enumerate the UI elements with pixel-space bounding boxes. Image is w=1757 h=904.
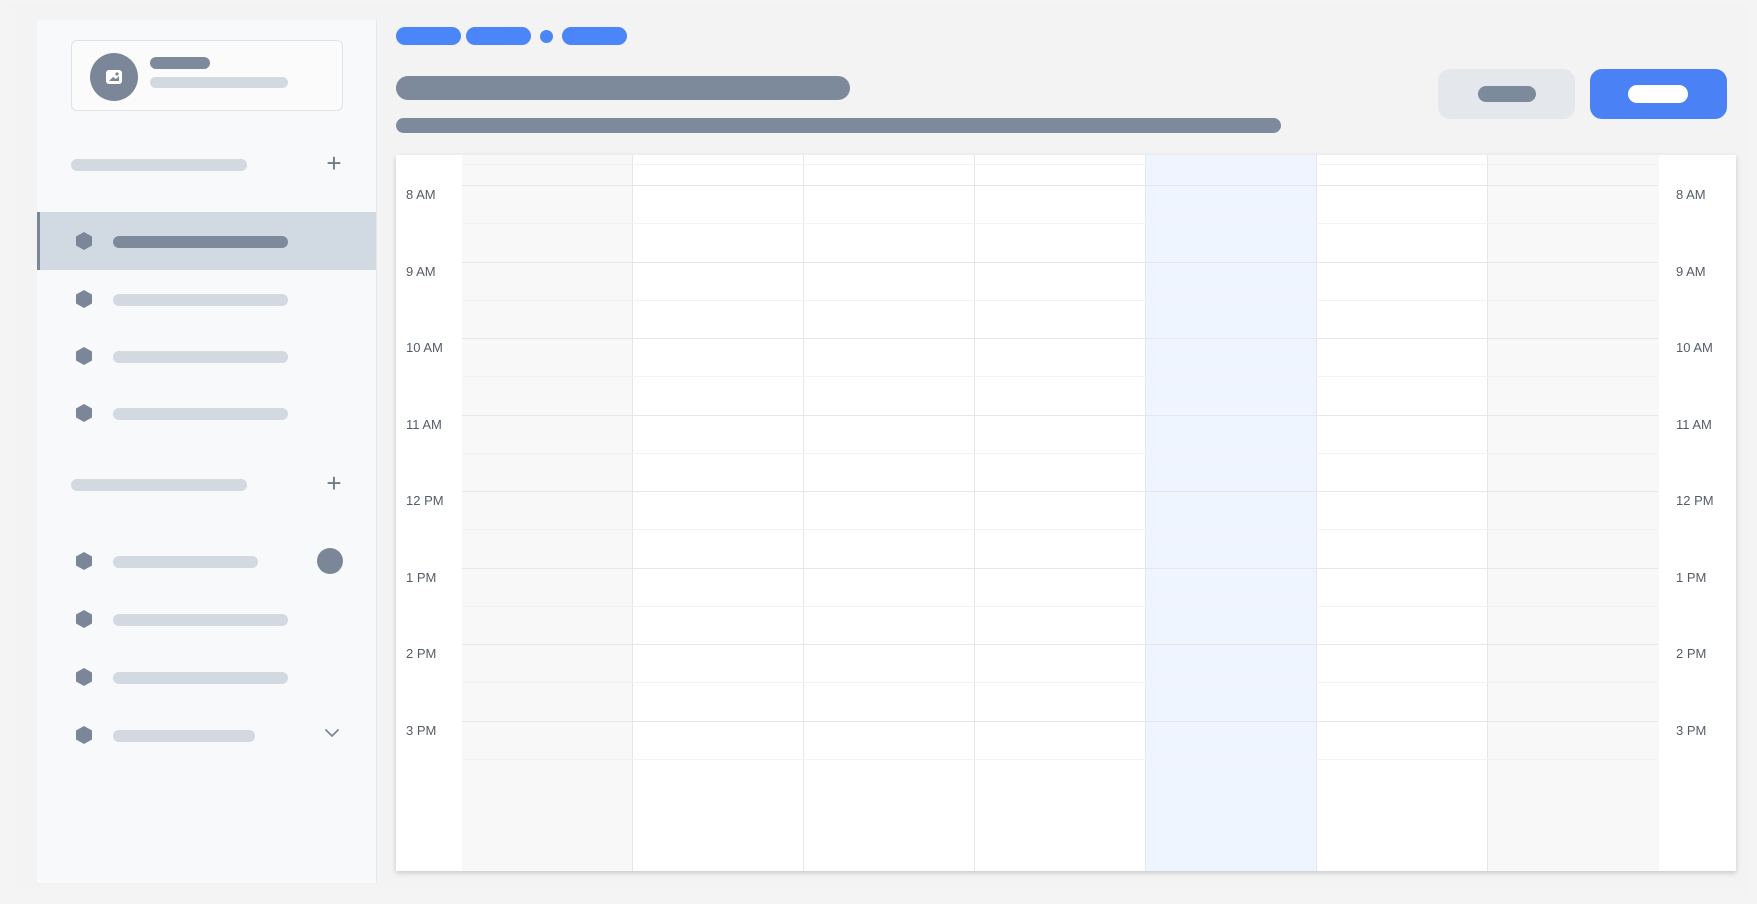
plus-icon[interactable]: + [322, 470, 346, 496]
chevron-down-icon[interactable] [321, 722, 343, 744]
time-label: 1 PM [1676, 570, 1707, 585]
time-label: 11 AM [406, 417, 442, 432]
plus-icon[interactable]: + [322, 150, 346, 176]
account-name-placeholder [150, 57, 210, 69]
page-title-placeholder [396, 76, 850, 100]
time-label: 10 AM [1676, 340, 1713, 355]
hour-line [462, 644, 1658, 645]
half-hour-line [462, 759, 1658, 760]
section-header-1: + [71, 150, 346, 177]
section-header-2: + [71, 470, 346, 497]
nav-label-placeholder [113, 556, 258, 568]
nav-label-placeholder [113, 294, 288, 306]
section-title-placeholder [71, 159, 247, 171]
nav-item-6[interactable] [37, 590, 376, 648]
hexagon-icon [76, 552, 92, 570]
half-hour-line [462, 606, 1658, 607]
hexagon-icon [76, 668, 92, 686]
half-hour-line [462, 682, 1658, 683]
nav-item-1[interactable] [37, 212, 376, 270]
half-hour-line [462, 529, 1658, 530]
half-hour-line [462, 453, 1658, 454]
nav-item-5[interactable] [37, 532, 376, 590]
section-title-placeholder [71, 479, 247, 491]
hexagon-icon [76, 404, 92, 422]
time-label: 3 PM [406, 723, 437, 738]
nav-label-placeholder [113, 351, 288, 363]
time-label: 2 PM [406, 646, 437, 661]
nav-label-placeholder [113, 730, 255, 742]
nav-label-placeholder [113, 236, 288, 248]
avatar [90, 53, 138, 101]
nav-item-4[interactable] [37, 384, 376, 442]
hour-line [462, 262, 1658, 263]
time-label: 9 AM [406, 264, 436, 279]
breadcrumb-item-3[interactable] [562, 27, 627, 45]
time-label: 8 AM [1676, 187, 1706, 202]
hour-line [462, 491, 1658, 492]
hour-line [462, 338, 1658, 339]
breadcrumb-item-2[interactable] [466, 27, 531, 45]
nav-item-7[interactable] [37, 648, 376, 706]
time-label: 12 PM [1676, 493, 1714, 508]
primary-button[interactable] [1590, 69, 1727, 119]
half-hour-line [462, 300, 1658, 301]
time-label: 10 AM [406, 340, 443, 355]
time-label: 8 AM [406, 187, 436, 202]
time-label: 1 PM [406, 570, 437, 585]
primary-button-label-placeholder [1628, 85, 1688, 103]
nav-label-placeholder [113, 408, 288, 420]
hexagon-icon [76, 347, 92, 365]
image-icon [106, 70, 122, 84]
page-subtitle-placeholder [396, 118, 1281, 133]
time-label: 9 AM [1676, 264, 1706, 279]
nav-item-3[interactable] [37, 327, 376, 385]
hexagon-icon [76, 726, 92, 744]
hour-line [462, 721, 1658, 722]
secondary-button[interactable] [1438, 69, 1575, 119]
half-hour-line [462, 376, 1658, 377]
nav-label-placeholder [113, 614, 288, 626]
account-switcher[interactable] [71, 40, 343, 111]
hour-line [462, 568, 1658, 569]
count-badge [317, 548, 343, 574]
account-email-placeholder [150, 77, 288, 88]
secondary-button-label-placeholder [1478, 86, 1536, 102]
time-label: 12 PM [406, 493, 444, 508]
half-hour-line [462, 223, 1658, 224]
hexagon-icon [76, 610, 92, 628]
hour-line [462, 185, 1658, 186]
time-label: 2 PM [1676, 646, 1707, 661]
hexagon-icon [76, 290, 92, 308]
half-hour-line [462, 164, 1658, 165]
nav-item-8[interactable] [37, 706, 376, 764]
hour-line [462, 415, 1658, 416]
week-calendar-grid[interactable]: 8 AM 9 AM 10 AM 11 AM 12 PM 1 PM 2 PM 3 … [396, 155, 1736, 871]
time-label: 11 AM [1676, 417, 1712, 432]
breadcrumb-item-1[interactable] [396, 27, 461, 45]
time-label: 3 PM [1676, 723, 1707, 738]
sidebar: + + [37, 20, 377, 883]
nav-label-placeholder [113, 672, 288, 684]
hexagon-icon [76, 232, 92, 250]
breadcrumb-separator [540, 30, 553, 43]
nav-item-2[interactable] [37, 270, 376, 328]
